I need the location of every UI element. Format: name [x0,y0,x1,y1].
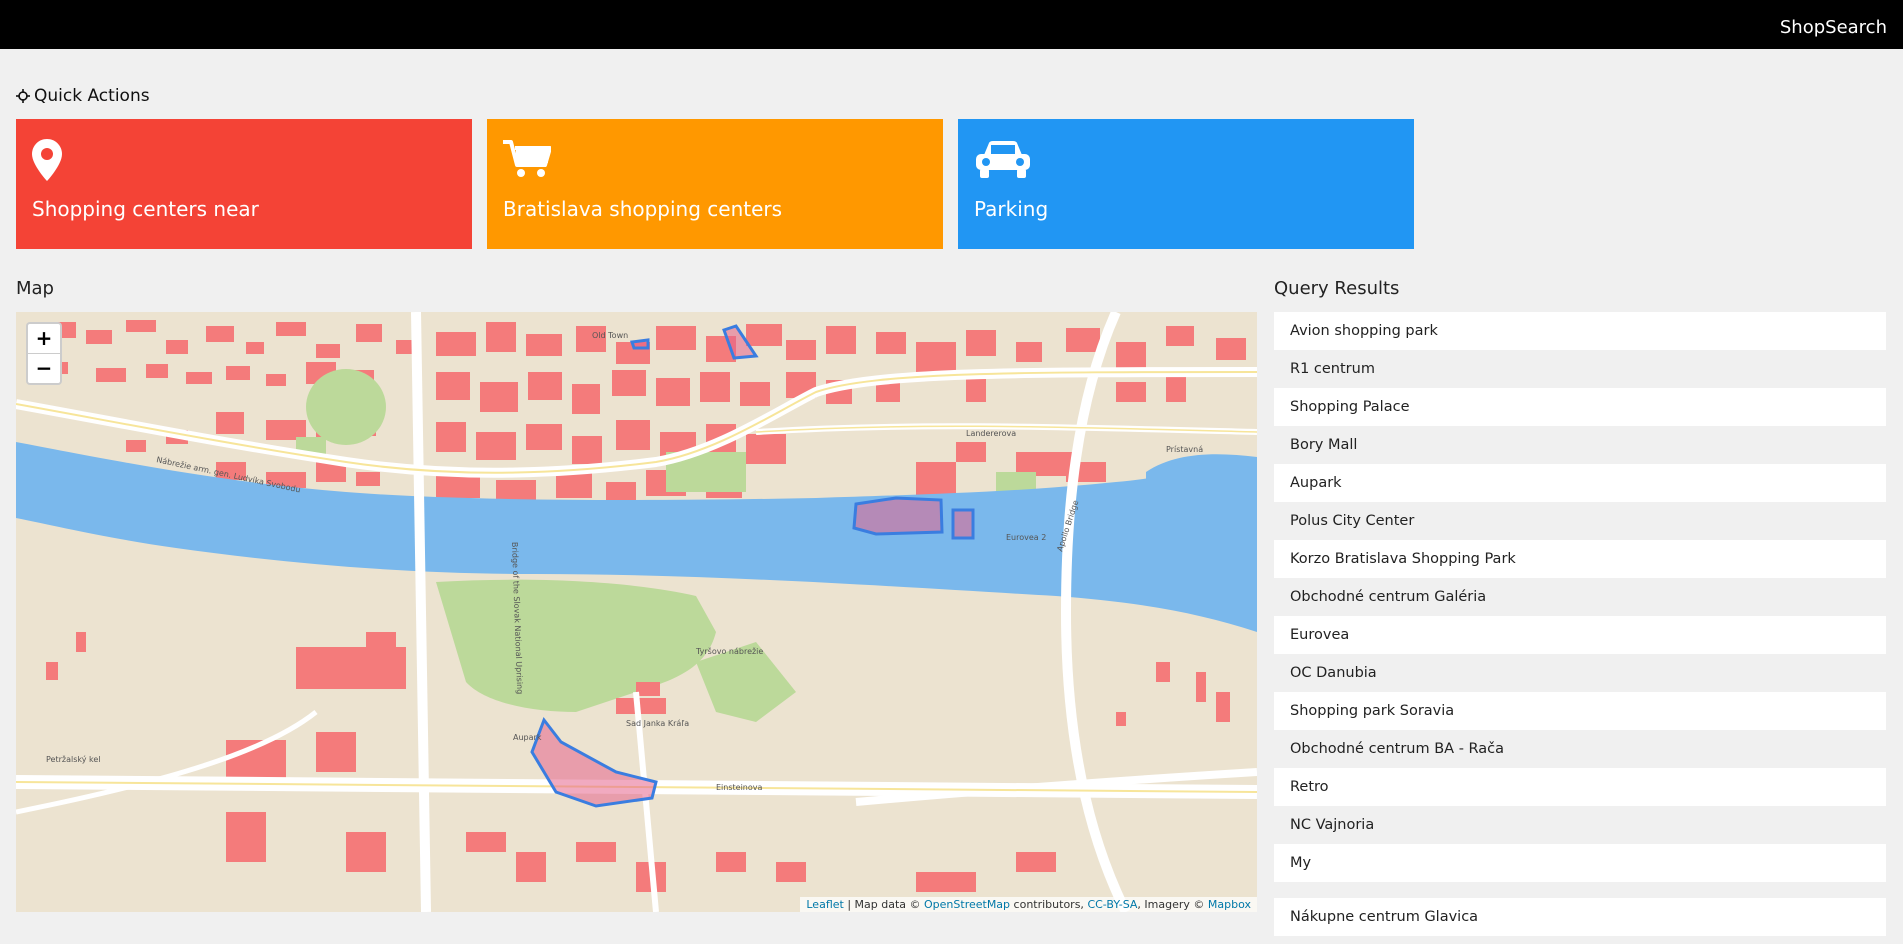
tile-label: Shopping centers near [32,197,259,221]
map-label-einsteinova: Einsteinova [716,783,762,792]
map-label-petrzalka: Petržalský kel [46,755,101,764]
osm-link[interactable]: OpenStreetMap [924,898,1010,911]
license-link[interactable]: CC-BY-SA [1087,898,1137,911]
map-label-eurovea: Eurovea 2 [1006,533,1046,542]
result-item[interactable]: Avion shopping park [1274,312,1886,350]
zoom-in-button[interactable]: + [28,324,60,353]
zoom-out-button[interactable]: − [28,353,60,383]
map-heading: Map [16,278,54,299]
map-label-sad: Sad Janka Kráľa [626,719,689,728]
car-icon [974,139,1032,183]
result-item[interactable]: R1 centrum [1274,350,1886,388]
tile-label: Bratislava shopping centers [503,197,783,221]
shopping-cart-icon [503,139,552,183]
result-item[interactable]: Nákupne centrum Glavica [1274,898,1886,936]
result-item[interactable]: Retro [1274,768,1886,806]
map-attribution: Leaflet | Map data © OpenStreetMap contr… [800,897,1257,912]
result-item[interactable]: Polus City Center [1274,502,1886,540]
attribution-text: contributors, [1010,898,1088,911]
map-label-landererova: Landererova [966,429,1016,438]
result-item[interactable]: NC Vajnoria [1274,806,1886,844]
query-results-heading: Query Results [1274,278,1400,299]
shopping-centers-near-tile[interactable]: Shopping centers near [16,119,472,249]
result-item[interactable]: Eurovea [1274,616,1886,654]
map-label-pristavna: Prístavná [1166,445,1203,454]
result-item[interactable]: OC Danubia [1274,654,1886,692]
map-label-aupark: Aupark [513,733,542,742]
result-item[interactable]: Obchodné centrum Galéria [1274,578,1886,616]
map-label-tyrsovo: Tyršovo nábrežie [695,646,763,656]
map-label-old-town: Old Town [592,331,628,340]
mapbox-link[interactable]: Mapbox [1208,898,1251,911]
tile-label: Parking [974,197,1049,221]
result-item[interactable]: Shopping park Soravia [1274,692,1886,730]
map-view[interactable]: Einsteinova Nábrežie arm. gen. Ludvíka S… [16,312,1257,912]
zoom-control: + − [26,322,62,385]
map-tiles[interactable]: Einsteinova Nábrežie arm. gen. Ludvíka S… [16,312,1257,912]
bratislava-shopping-centers-tile[interactable]: Bratislava shopping centers [487,119,943,249]
result-item[interactable]: Korzo Bratislava Shopping Park [1274,540,1886,578]
quick-actions-title: Quick Actions [34,86,150,106]
brand-title[interactable]: ShopSearch [1780,17,1887,38]
result-item[interactable]: Aupark [1274,464,1886,502]
attribution-text: | Map data © [843,898,925,911]
map-marker-icon [32,139,62,185]
result-item[interactable]: My [1274,844,1886,882]
quick-actions-heading: Quick Actions [16,86,150,106]
result-item[interactable]: Shopping Palace [1274,388,1886,426]
result-item[interactable]: Bory Mall [1274,426,1886,464]
result-item[interactable]: Obchodné centrum BA - Rača [1274,730,1886,768]
crosshair-icon [16,89,30,103]
parking-tile[interactable]: Parking [958,119,1414,249]
top-navbar: ShopSearch [0,0,1903,49]
attribution-text: , Imagery © [1137,898,1208,911]
query-results-list: Avion shopping park R1 centrum Shopping … [1274,312,1886,936]
leaflet-link[interactable]: Leaflet [806,898,843,911]
